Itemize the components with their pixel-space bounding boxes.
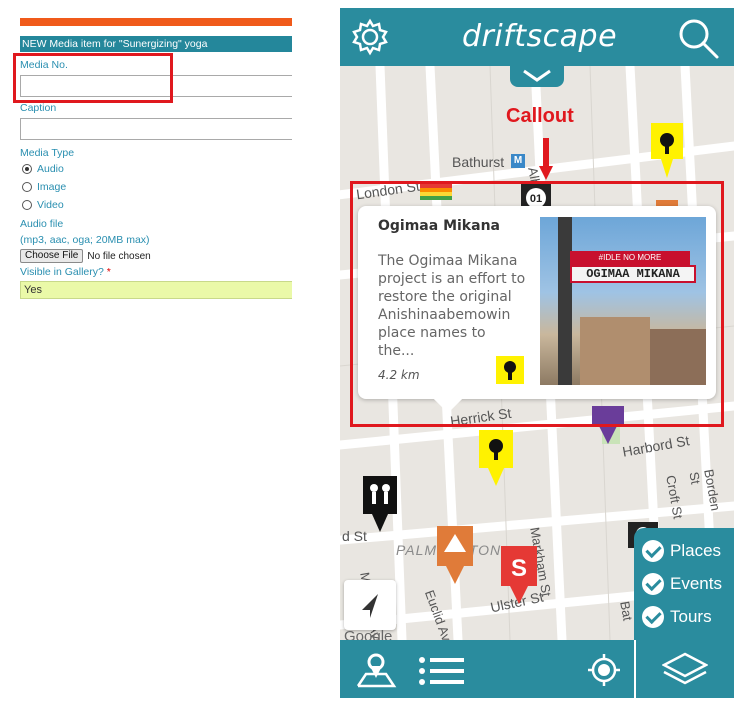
subway-icon: M [511, 154, 525, 168]
filter-events-label: Events [670, 574, 722, 593]
filter-tours-label: Tours [670, 607, 712, 626]
filter-places[interactable]: Places [642, 540, 721, 562]
media-type-label: Media Type [20, 147, 75, 159]
tour-marker-black[interactable] [362, 470, 398, 532]
filter-tours[interactable]: Tours [642, 606, 712, 628]
media-type-image[interactable]: Image [20, 178, 292, 196]
top-bar: driftscape [340, 8, 734, 66]
visible-label: Visible in Gallery? * [20, 266, 292, 279]
audio-radio[interactable] [22, 164, 32, 174]
bottom-bar [340, 640, 634, 698]
callout-highlight [350, 181, 724, 427]
locate-me-button[interactable] [344, 580, 396, 630]
file-picker: Choose File No file chosen [20, 248, 292, 264]
media-type-video[interactable]: Video [20, 196, 292, 214]
map-view-icon[interactable] [354, 652, 398, 688]
navigation-arrow-icon [362, 594, 378, 618]
filter-events[interactable]: Events [642, 573, 722, 595]
filter-places-label: Places [670, 541, 722, 560]
visible-in-gallery-select[interactable]: Yes [20, 281, 292, 299]
visible-label-text: Visible in Gallery? [20, 266, 104, 278]
place-marker-yellow-top[interactable] [650, 122, 686, 180]
brand-logo: driftscape [462, 19, 618, 54]
choose-file-button[interactable]: Choose File [20, 249, 84, 263]
caption-input[interactable] [20, 118, 292, 140]
target-location-icon[interactable] [588, 654, 620, 686]
form-accent-bar [20, 18, 292, 26]
svg-text:S: S [511, 555, 527, 582]
check-icon [642, 540, 664, 562]
video-radio-label: Video [37, 199, 64, 211]
no-file-text: No file chosen [87, 250, 151, 262]
dropdown-tab[interactable] [510, 65, 564, 87]
callout-arrow-icon [539, 138, 553, 180]
image-radio[interactable] [22, 182, 32, 192]
audio-file-label: Audio file [20, 218, 64, 230]
place-marker-yellow-mid[interactable] [478, 424, 514, 486]
media-no-highlight [13, 53, 173, 103]
check-icon [642, 606, 664, 628]
video-radio[interactable] [22, 200, 32, 210]
audio-file-hint: (mp3, aac, oga; 20MB max) [20, 234, 150, 246]
layers-icon [662, 652, 708, 685]
caption-label: Caption [20, 102, 57, 114]
search-icon[interactable] [676, 16, 720, 60]
layers-button[interactable] [634, 640, 734, 698]
callout-annotation: Callout [506, 105, 574, 127]
audio-radio-label: Audio [37, 163, 64, 175]
street-bathurst-vertical: Bat [617, 600, 636, 622]
required-mark: * [106, 266, 111, 278]
check-icon [642, 573, 664, 595]
list-view-icon[interactable] [418, 656, 464, 686]
street-bathurst: Bathurst [452, 154, 505, 170]
form-header: NEW Media item for "Sunergizing" yoga [20, 36, 292, 52]
image-radio-label: Image [37, 181, 67, 193]
event-marker-orange[interactable] [436, 520, 474, 584]
chevron-down-icon [523, 69, 551, 82]
event-marker-red[interactable]: S [500, 540, 538, 606]
gear-icon[interactable] [350, 17, 390, 57]
media-type-audio[interactable]: Audio [20, 160, 292, 178]
